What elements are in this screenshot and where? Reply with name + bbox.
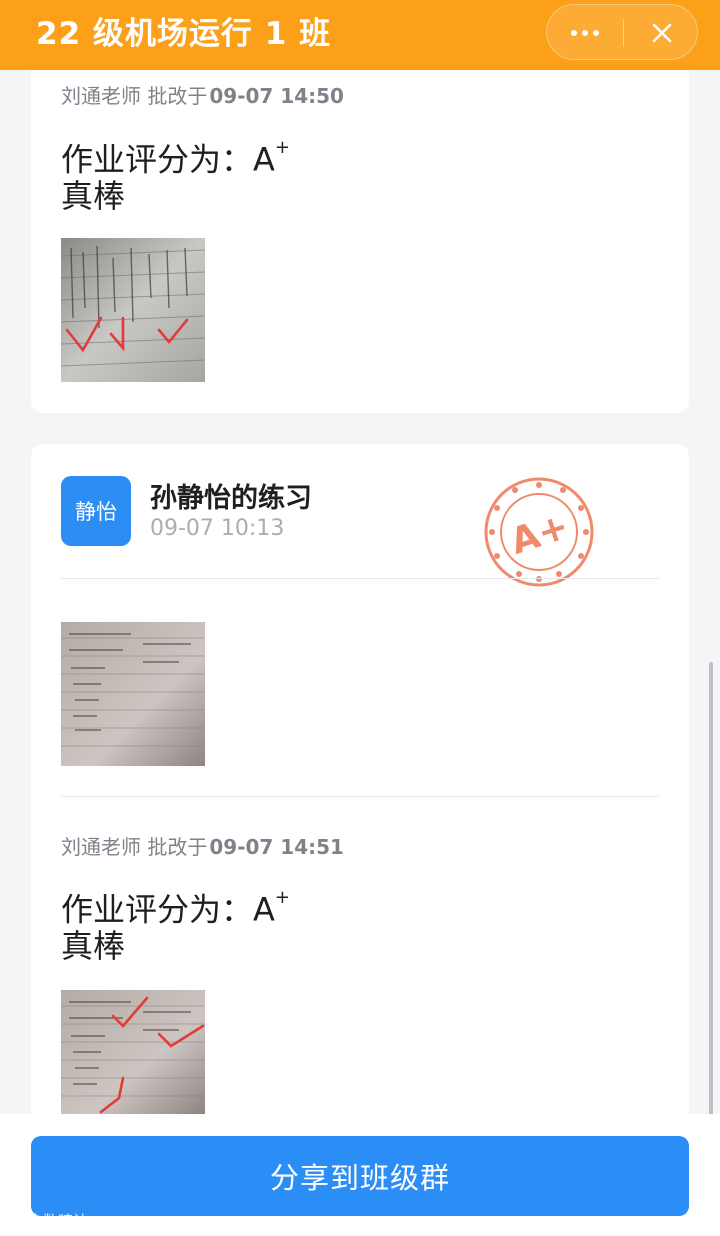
divider <box>61 796 659 797</box>
review-meta: 刘通老师 批改于 09-07 14:50 <box>61 80 344 109</box>
watermark: 大数暗访 <box>8 1210 88 1231</box>
more-icon[interactable] <box>547 5 623 61</box>
review-comment: 真棒 <box>61 177 126 215</box>
review-action: 批改于 <box>147 84 208 108</box>
submission-card: 静怡 孙静怡的练习 09-07 10:13 A+ 刘通老师 批改于 09-07 … <box>31 444 689 1144</box>
review-comment: 真棒 <box>61 927 126 965</box>
review-time: 09-07 14:50 <box>209 84 344 108</box>
page-title: 22 级机场运行 1 班 <box>36 16 332 52</box>
watermark-text: 大数暗访 <box>28 1212 89 1230</box>
review-card: 刘通老师 批改于 09-07 14:50 作业评分为：A+ 真棒 <box>31 70 689 413</box>
avatar[interactable]: 静怡 <box>61 476 131 546</box>
teacher-name: 刘通老师 <box>61 84 141 108</box>
grade-text: 作业评分为：A+ <box>61 887 290 929</box>
divider <box>61 578 659 579</box>
share-to-class-group-button[interactable]: 分享到班级群 <box>31 1136 689 1216</box>
submission-time: 09-07 10:13 <box>150 516 285 541</box>
submission-title: 孙静怡的练习 <box>150 483 312 514</box>
watermark-logo-icon <box>8 1213 24 1228</box>
close-icon[interactable] <box>624 5 699 61</box>
review-meta: 刘通老师 批改于 09-07 14:51 <box>61 831 344 860</box>
scrollbar[interactable] <box>709 662 713 1147</box>
review-time: 09-07 14:51 <box>209 835 344 859</box>
corrected-photo[interactable] <box>61 238 205 382</box>
bottom-bar: 分享到班级群 大数暗访 <box>0 1114 720 1236</box>
grade-stamp-icon: A+ <box>484 477 594 587</box>
review-action: 批改于 <box>147 835 208 859</box>
stamp-text: A+ <box>506 506 574 563</box>
mini-program-capsule <box>546 4 698 60</box>
teacher-name: 刘通老师 <box>61 835 141 859</box>
corrected-photo[interactable] <box>61 990 205 1114</box>
grade-text: 作业评分为：A+ <box>61 137 290 179</box>
top-bar: 22 级机场运行 1 班 <box>0 0 720 70</box>
submission-photo[interactable] <box>61 622 205 766</box>
